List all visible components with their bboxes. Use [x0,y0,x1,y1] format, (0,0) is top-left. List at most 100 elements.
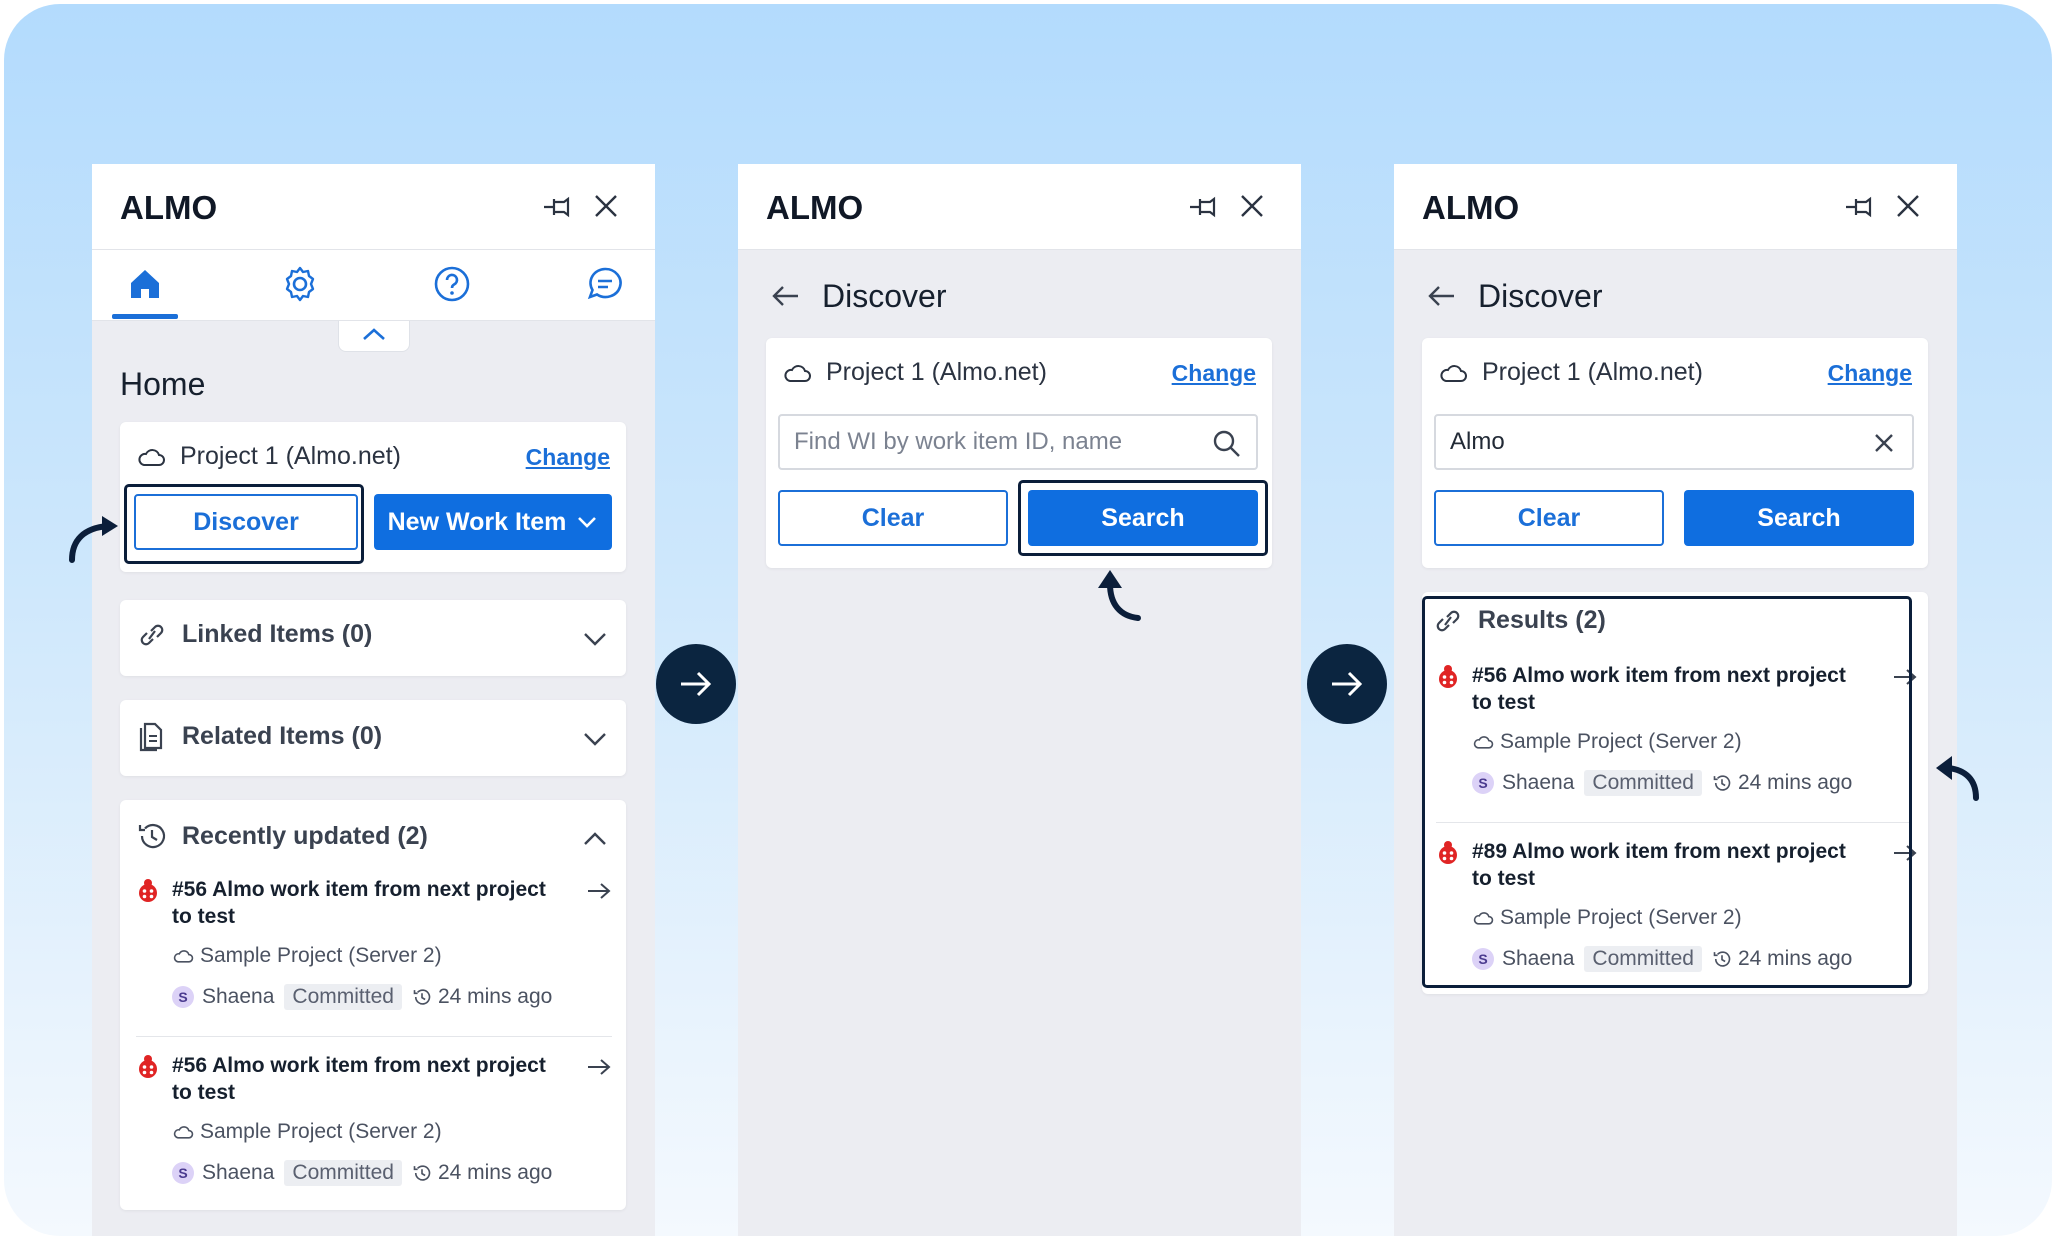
document-icon [139,722,163,752]
back-arrow-icon[interactable] [770,284,800,308]
work-item-meta: S Shaena Committed 24 mins ago [172,984,552,1010]
recently-updated-title[interactable]: Recently updated (2) [136,820,428,852]
project-name: Project 1 (Almo.net) [180,442,401,470]
chevron-down-icon [578,517,597,528]
list-item[interactable]: #56 Almo work item from next project to … [136,1052,612,1202]
search-placeholder: Find WI by work item ID, name [794,428,1123,455]
arrow-right-icon [681,671,712,697]
clear-input-icon[interactable] [1870,429,1898,457]
avatar: S [172,1162,194,1184]
almo-logo: ALMO [120,189,218,226]
chat-icon[interactable] [585,264,625,304]
home-icon[interactable] [125,264,165,304]
page-title: Discover [1478,278,1603,314]
close-icon[interactable] [1238,192,1266,220]
active-tab-indicator [112,314,178,319]
discover-highlight [124,484,364,564]
work-item-project: Sample Project (Server 2) [172,944,442,968]
bug-icon [139,879,157,902]
work-item-project: Sample Project (Server 2) [172,1120,442,1144]
chevron-down-icon [584,733,606,746]
user-name: Shaena [202,1161,275,1184]
updated-time: 24 mins ago [437,1161,553,1184]
search-button[interactable]: Search [1684,490,1914,546]
next-step-arrow [656,644,736,724]
help-icon[interactable] [432,264,472,304]
cloud-icon [784,364,811,382]
project-text: Sample Project (Server 2) [200,1120,442,1143]
new-work-item-button[interactable]: New Work Item [374,494,612,550]
cloud-icon [173,1126,194,1139]
project-name: Project 1 (Almo.net) [826,358,1047,386]
avatar: S [172,986,194,1008]
back-arrow-icon[interactable] [1426,284,1456,308]
bug-icon [139,1055,157,1078]
work-item-title[interactable]: #56 Almo work item from next project to … [172,876,562,930]
results-highlight [1422,596,1912,988]
panel-header: ALMO [92,164,655,250]
search-input[interactable]: Find WI by work item ID, name [778,414,1258,470]
search-highlight [1018,480,1268,556]
collapse-toggle[interactable] [338,321,410,352]
chevron-up-icon[interactable] [582,830,608,848]
project-selector: Project 1 (Almo.net) [1438,358,1703,387]
clear-button[interactable]: Clear [778,490,1008,546]
cloud-icon [1440,364,1467,382]
project-selector: Project 1 (Almo.net) [782,358,1047,387]
discover-search-card: Project 1 (Almo.net) Change Find WI by w… [766,338,1272,568]
almo-logo: ALMO [1422,189,1520,226]
cloud-icon [138,448,165,466]
almo-panel-results: ALMO Discover Project 1 (Almo.net) Chang… [1394,164,1957,1236]
results-section: Results (2) #56 Almo work item from next… [1422,592,1928,994]
search-value: Almo [1450,428,1505,455]
related-items-section[interactable]: Related Items (0) [120,700,626,776]
gear-icon[interactable] [280,264,320,304]
linked-items-title: Linked Items (0) [136,620,372,649]
almo-panel-discover: ALMO Discover Project 1 (Almo.net) Chang… [738,164,1301,1236]
history-icon [413,989,431,1005]
chevron-up-icon [363,328,385,340]
panel-header: ALMO [738,164,1301,250]
page-title: Discover [822,278,947,314]
work-item-title[interactable]: #56 Almo work item from next project to … [172,1052,562,1106]
project-name: Project 1 (Almo.net) [1482,358,1703,386]
status-badge: Committed [284,984,402,1010]
history-icon [413,1165,431,1181]
cloud-icon [173,950,194,963]
related-items-title: Related Items (0) [136,720,382,752]
arrow-right-icon[interactable] [586,882,612,900]
pointer-arrow [1098,570,1141,621]
chevron-down-icon [584,633,606,646]
history-icon [138,823,166,849]
panel-header: ALMO [1394,164,1957,250]
project-card: Project 1 (Almo.net) Change Discover New… [120,422,626,572]
change-project-link[interactable]: Change [1828,360,1912,387]
clear-button[interactable]: Clear [1434,490,1664,546]
project-text: Sample Project (Server 2) [200,944,442,967]
recently-updated-label: Recently updated (2) [182,821,428,850]
link-icon [140,624,164,645]
list-item[interactable]: #56 Almo work item from next project to … [136,876,612,1026]
pin-icon[interactable] [542,194,574,220]
discover-search-card: Project 1 (Almo.net) Change Almo Clear S… [1422,338,1928,568]
search-icon[interactable] [1212,429,1242,459]
arrow-right-icon[interactable] [586,1058,612,1076]
change-project-link[interactable]: Change [526,444,610,471]
work-item-meta: S Shaena Committed 24 mins ago [172,1160,552,1186]
project-selector: Project 1 (Almo.net) [136,442,401,471]
pin-icon[interactable] [1844,194,1876,220]
close-icon[interactable] [592,192,620,220]
linked-items-section[interactable]: Linked Items (0) [120,600,626,676]
linked-items-label: Linked Items (0) [182,620,373,648]
tab-bar [92,250,655,321]
divider [136,1036,612,1037]
recently-updated-section: Recently updated (2) #56 Almo work item … [120,800,626,1210]
search-input[interactable]: Almo [1434,414,1914,470]
pin-icon[interactable] [1188,194,1220,220]
tutorial-canvas: ALMO Home Project 1 (Almo.net) Change Di… [4,4,2052,1236]
close-icon[interactable] [1894,192,1922,220]
related-items-label: Related Items (0) [182,721,383,750]
pointer-arrow [1936,756,1979,801]
updated-time: 24 mins ago [437,985,553,1008]
change-project-link[interactable]: Change [1172,360,1256,387]
